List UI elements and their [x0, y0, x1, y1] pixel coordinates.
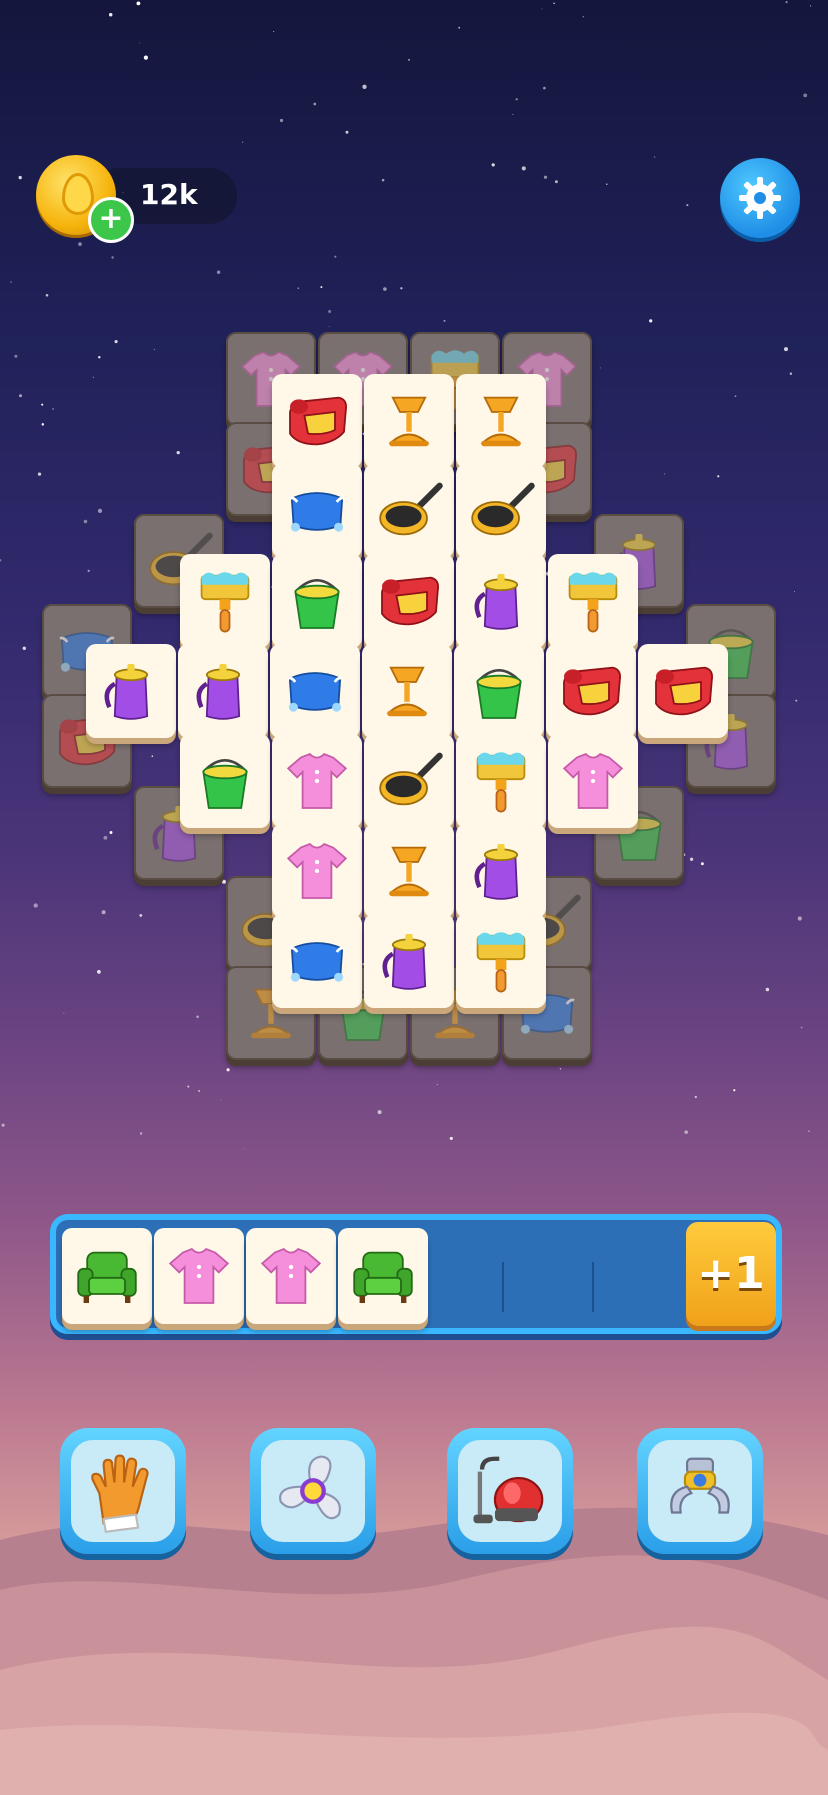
- tile-tray: [50, 1214, 782, 1334]
- vacuum-icon: [473, 1456, 544, 1524]
- tile-brush[interactable]: [548, 554, 638, 648]
- tile-pan[interactable]: [364, 464, 454, 558]
- tile-brush[interactable]: [456, 734, 546, 828]
- tray-tile-shirt: [154, 1228, 244, 1324]
- tile-mat[interactable]: [272, 374, 362, 468]
- tile-bucket[interactable]: [272, 554, 362, 648]
- tile-pan[interactable]: [456, 464, 546, 558]
- tile-shirt[interactable]: [272, 734, 362, 828]
- fan-booster-button[interactable]: [250, 1428, 376, 1554]
- tile-lamp[interactable]: [362, 644, 452, 738]
- glove-booster-button[interactable]: [60, 1428, 186, 1554]
- tile-mat[interactable]: [638, 644, 728, 738]
- tile-shirt[interactable]: [272, 824, 362, 918]
- tile-pillow[interactable]: [272, 464, 362, 558]
- tray-tile-armchair: [62, 1228, 152, 1324]
- tile-bucket[interactable]: [180, 734, 270, 828]
- tile-pot[interactable]: [364, 914, 454, 1008]
- extra-slot-button[interactable]: +1: [686, 1222, 776, 1326]
- settings-button[interactable]: [720, 158, 800, 238]
- tile-lamp[interactable]: [364, 374, 454, 468]
- tile-pan[interactable]: [364, 734, 454, 828]
- gear-icon: [739, 177, 781, 219]
- tile-lamp[interactable]: [456, 374, 546, 468]
- tray-tile-shirt: [246, 1228, 336, 1324]
- tile-bucket[interactable]: [454, 644, 544, 738]
- claw-icon: [670, 1457, 730, 1514]
- tile-brush[interactable]: [180, 554, 270, 648]
- glove-icon: [91, 1454, 149, 1534]
- tile-mat[interactable]: [364, 554, 454, 648]
- tile-mat[interactable]: [546, 644, 636, 738]
- tile-pillow[interactable]: [272, 914, 362, 1008]
- claw-booster-button[interactable]: [637, 1428, 763, 1554]
- tile-shirt[interactable]: [548, 734, 638, 828]
- tile-pot[interactable]: [86, 644, 176, 738]
- tray-tile-armchair: [338, 1228, 428, 1324]
- add-coins-button[interactable]: +: [88, 197, 134, 243]
- tile-lamp[interactable]: [364, 824, 454, 918]
- tile-brush[interactable]: [456, 914, 546, 1008]
- tile-pillow[interactable]: [270, 644, 360, 738]
- vacuum-booster-button[interactable]: [447, 1428, 573, 1554]
- tile-pot[interactable]: [456, 824, 546, 918]
- coin-amount: 12k: [140, 178, 198, 211]
- tile-pot[interactable]: [178, 644, 268, 738]
- tray-divider: [502, 1262, 504, 1312]
- fan-icon: [279, 1455, 341, 1520]
- tile-pot[interactable]: [456, 554, 546, 648]
- tray-divider: [592, 1262, 594, 1312]
